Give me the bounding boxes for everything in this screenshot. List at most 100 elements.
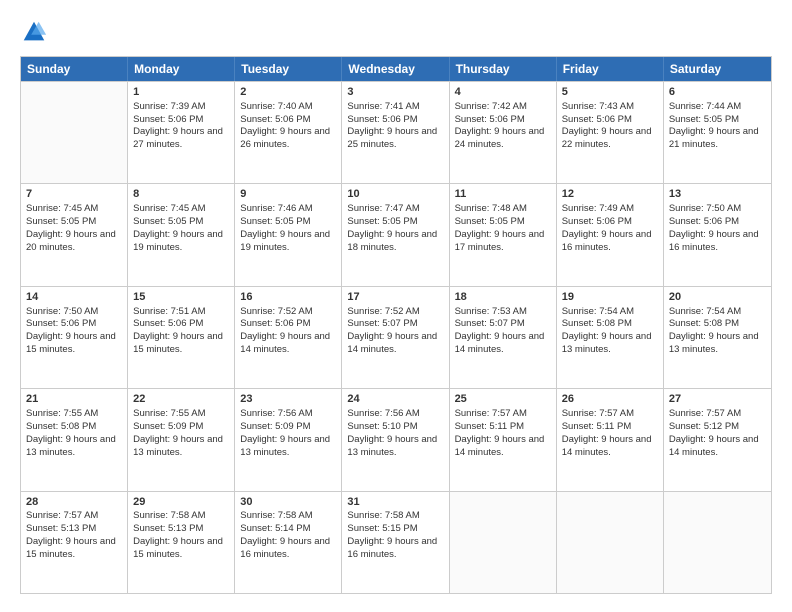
calendar-week: 28Sunrise: 7:57 AMSunset: 5:13 PMDayligh… <box>21 491 771 593</box>
day-number: 5 <box>562 85 658 100</box>
day-number: 30 <box>240 495 336 510</box>
calendar-cell: 12Sunrise: 7:49 AM Sunset: 5:06 PM Dayligh… <box>557 184 664 285</box>
sunset-text: Sunset: 5:08 PM <box>669 318 739 329</box>
sunset-text: Sunset: 5:05 PM <box>669 114 739 125</box>
sunrise-text: Sunrise: 7:57 AM <box>669 408 741 419</box>
sunrise-text: Sunrise: 7:57 AM <box>562 408 634 419</box>
daylight-text: Daylight: 9 hours and 16 minutes. <box>240 536 330 560</box>
calendar-cell <box>664 492 771 593</box>
sunrise-text: Sunrise: 7:39 AM <box>133 101 205 112</box>
sunrise-text: Sunrise: 7:46 AM <box>240 203 312 214</box>
daylight-text: Daylight: 9 hours and 19 minutes. <box>240 229 330 253</box>
calendar-cell: 20Sunrise: 7:54 AMSunset: 5:08 PMDayligh… <box>664 287 771 388</box>
day-number: 17 <box>347 290 443 305</box>
daylight-text: Daylight: 9 hours and 14 minutes. <box>347 331 437 355</box>
daylight-text: Daylight: 9 hours and 13 minutes. <box>669 331 759 355</box>
calendar-cell: 17Sunrise: 7:52 AMSunset: 5:07 PMDayligh… <box>342 287 449 388</box>
sunrise-text: Sunrise: 7:44 AM <box>669 101 741 112</box>
calendar-header-cell: Tuesday <box>235 57 342 81</box>
day-number: 25 <box>455 392 551 407</box>
sunrise-text: Sunrise: 7:48 AM <box>455 203 527 214</box>
day-number: 18 <box>455 290 551 305</box>
sunrise-text: Sunrise: 7:53 AM <box>455 306 527 317</box>
sunset-text: Sunset: 5:07 PM <box>347 318 417 329</box>
calendar-week: 14Sunrise: 7:50 AMSunset: 5:06 PMDayligh… <box>21 286 771 388</box>
sunset-text: Sunset: 5:06 PM <box>133 114 203 125</box>
sunset-text: Sunset: 5:06 PM <box>26 318 96 329</box>
sunset-text: Sunset: 5:05 PM <box>347 216 417 227</box>
daylight-text: Daylight: 9 hours and 13 minutes. <box>562 331 652 355</box>
day-number: 3 <box>347 85 443 100</box>
sunset-text: Sunset: 5:06 PM <box>240 318 310 329</box>
sunset-text: Sunset: 5:15 PM <box>347 523 417 534</box>
calendar-cell: 7Sunrise: 7:45 AMSunset: 5:05 PMDaylight… <box>21 184 128 285</box>
page: SundayMondayTuesdayWednesdayThursdayFrid… <box>0 0 792 612</box>
calendar-cell: 25Sunrise: 7:57 AMSunset: 5:11 PMDayligh… <box>450 389 557 490</box>
daylight-text: Daylight: 9 hours and 15 minutes. <box>26 536 116 560</box>
daylight-text: Daylight: 9 hours and 20 minutes. <box>26 229 116 253</box>
day-number: 21 <box>26 392 122 407</box>
calendar-cell: 2Sunrise: 7:40 AMSunset: 5:06 PMDaylight… <box>235 82 342 183</box>
sunset-text: Sunset: 5:05 PM <box>240 216 310 227</box>
sunset-text: Sunset: 5:05 PM <box>133 216 203 227</box>
sunset-text: Sunset: 5:12 PM <box>669 421 739 432</box>
calendar-cell: 11Sunrise: 7:48 AMSunset: 5:05 PMDayligh… <box>450 184 557 285</box>
daylight-text: Daylight: 9 hours and 17 minutes. <box>455 229 545 253</box>
daylight-text: Daylight: 9 hours and 15 minutes. <box>26 331 116 355</box>
day-number: 20 <box>669 290 766 305</box>
sunrise-text: Sunrise: 7:50 AM <box>669 203 741 214</box>
calendar-cell: 14Sunrise: 7:50 AMSunset: 5:06 PMDayligh… <box>21 287 128 388</box>
calendar-header-row: SundayMondayTuesdayWednesdayThursdayFrid… <box>21 57 771 81</box>
sunset-text: Sunset: 5:09 PM <box>133 421 203 432</box>
calendar-week: 1Sunrise: 7:39 AMSunset: 5:06 PMDaylight… <box>21 81 771 183</box>
daylight-text: Daylight: 9 hours and 14 minutes. <box>562 434 652 458</box>
calendar-header-cell: Wednesday <box>342 57 449 81</box>
daylight-text: Daylight: 9 hours and 18 minutes. <box>347 229 437 253</box>
day-number: 23 <box>240 392 336 407</box>
calendar-header-cell: Thursday <box>450 57 557 81</box>
daylight-text: Daylight: 9 hours and 16 minutes. <box>669 229 759 253</box>
daylight-text: Daylight: 9 hours and 22 minutes. <box>562 126 652 150</box>
logo-icon <box>20 18 48 46</box>
day-number: 27 <box>669 392 766 407</box>
sunrise-text: Sunrise: 7:58 AM <box>133 510 205 521</box>
sunrise-text: Sunrise: 7:49 AM <box>562 203 634 214</box>
calendar-cell: 21Sunrise: 7:55 AMSunset: 5:08 PMDayligh… <box>21 389 128 490</box>
calendar-cell: 24Sunrise: 7:56 AMSunset: 5:10 PMDayligh… <box>342 389 449 490</box>
sunrise-text: Sunrise: 7:40 AM <box>240 101 312 112</box>
daylight-text: Daylight: 9 hours and 14 minutes. <box>455 434 545 458</box>
sunset-text: Sunset: 5:06 PM <box>455 114 525 125</box>
day-number: 1 <box>133 85 229 100</box>
calendar-cell <box>21 82 128 183</box>
day-number: 28 <box>26 495 122 510</box>
sunrise-text: Sunrise: 7:58 AM <box>347 510 419 521</box>
daylight-text: Daylight: 9 hours and 16 minutes. <box>562 229 652 253</box>
day-number: 22 <box>133 392 229 407</box>
sunset-text: Sunset: 5:06 PM <box>133 318 203 329</box>
day-number: 13 <box>669 187 766 202</box>
daylight-text: Daylight: 9 hours and 16 minutes. <box>347 536 437 560</box>
calendar-body: 1Sunrise: 7:39 AMSunset: 5:06 PMDaylight… <box>21 81 771 593</box>
calendar-cell: 9Sunrise: 7:46 AMSunset: 5:05 PMDaylight… <box>235 184 342 285</box>
sunrise-text: Sunrise: 7:55 AM <box>133 408 205 419</box>
calendar-cell: 1Sunrise: 7:39 AMSunset: 5:06 PMDaylight… <box>128 82 235 183</box>
day-number: 12 <box>562 187 658 202</box>
day-number: 19 <box>562 290 658 305</box>
calendar-cell: 18Sunrise: 7:53 AMSunset: 5:07 PMDayligh… <box>450 287 557 388</box>
daylight-text: Daylight: 9 hours and 26 minutes. <box>240 126 330 150</box>
sunrise-text: Sunrise: 7:57 AM <box>455 408 527 419</box>
daylight-text: Daylight: 9 hours and 14 minutes. <box>455 331 545 355</box>
sunset-text: Sunset: 5:06 PM <box>562 216 632 227</box>
calendar-cell: 27Sunrise: 7:57 AM Sunset: 5:12 PM Dayligh… <box>664 389 771 490</box>
calendar-cell: 30Sunrise: 7:58 AMSunset: 5:14 PMDayligh… <box>235 492 342 593</box>
daylight-text: Daylight: 9 hours and 24 minutes. <box>455 126 545 150</box>
daylight-text: Daylight: 9 hours and 25 minutes. <box>347 126 437 150</box>
calendar-week: 7Sunrise: 7:45 AMSunset: 5:05 PMDaylight… <box>21 183 771 285</box>
sunset-text: Sunset: 5:08 PM <box>562 318 632 329</box>
day-number: 14 <box>26 290 122 305</box>
calendar-header-cell: Monday <box>128 57 235 81</box>
logo <box>20 18 52 46</box>
day-number: 4 <box>455 85 551 100</box>
calendar-cell <box>450 492 557 593</box>
daylight-text: Daylight: 9 hours and 14 minutes. <box>669 434 759 458</box>
